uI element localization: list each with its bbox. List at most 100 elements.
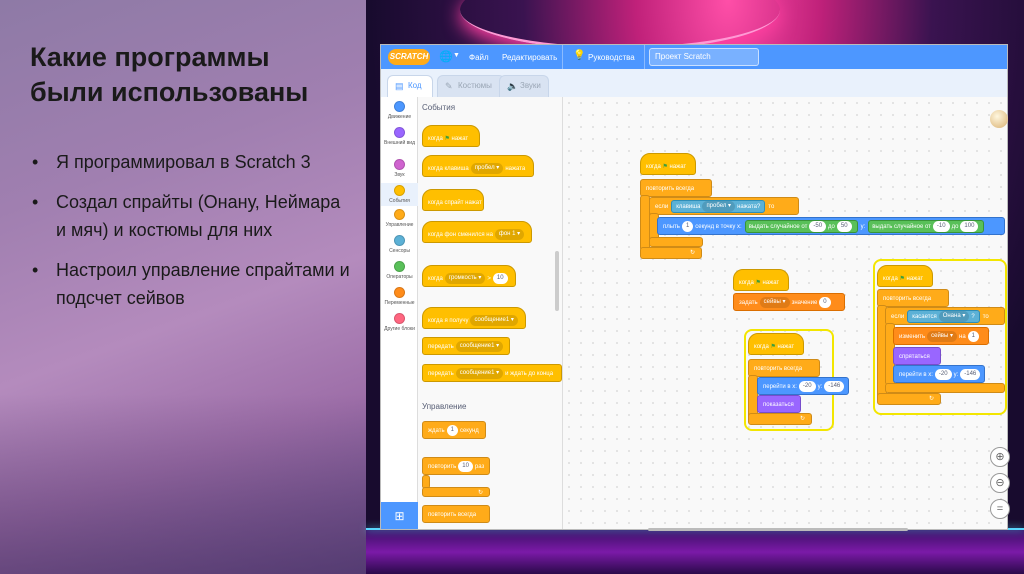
script1-glide-block[interactable]: плыть 1 секунд в точку x: выдать случайное … (657, 217, 1005, 235)
lightbulb-icon[interactable]: 💡 (573, 50, 585, 61)
dropdown-message[interactable]: сообщение1 ▾ (455, 367, 504, 379)
block-when-i-receive[interactable]: когда я получу сообщение1 ▾ (422, 307, 526, 329)
category-control[interactable]: Управление (381, 209, 418, 228)
script3-forever[interactable]: повторить всегда (748, 359, 820, 377)
operator-random[interactable]: выдать случайное от -10 до 100 (868, 219, 985, 233)
script1-forever[interactable]: повторить всегда (640, 179, 712, 197)
category-label: Движение (387, 114, 412, 120)
block-text: ждать (428, 428, 445, 434)
add-extension-button[interactable]: ⊞ (381, 502, 418, 529)
scripts-workspace[interactable]: когда ⚑ нажат повторить всегда если клави… (563, 97, 1007, 529)
number-input[interactable]: 1 (681, 220, 694, 232)
category-my-blocks[interactable]: Другие блоки (381, 313, 418, 332)
script2-hat-when-flag[interactable]: когда ⚑ нажат (733, 269, 789, 291)
category-operators[interactable]: Операторы (381, 261, 418, 280)
block-when-key-pressed[interactable]: когда клавиша пробел ▾ нажата (422, 155, 534, 177)
block-when-loudness[interactable]: когда громкость ▾ >10 (422, 265, 516, 287)
number-input[interactable]: 1 (446, 424, 458, 436)
script3-goto-block[interactable]: перейти в x: -20 y: -146 (757, 377, 849, 395)
category-label: События (389, 198, 410, 204)
number-input[interactable]: -10 (932, 220, 950, 232)
number-input[interactable]: 50 (836, 220, 852, 232)
globe-icon[interactable]: 🌐 (439, 50, 453, 64)
value-input[interactable]: 0 (819, 296, 831, 308)
script4-hide-block[interactable]: спрятаться (893, 347, 941, 365)
menu-file[interactable]: Файл (469, 53, 489, 62)
script4-if-block[interactable]: если касается Онана ▾? то (885, 307, 1005, 325)
category-looks[interactable]: Внешний вид (381, 127, 418, 146)
category-dot (394, 209, 405, 220)
script3-show-block[interactable]: показаться (757, 395, 801, 413)
dropdown-target[interactable]: Онана ▾ (938, 310, 970, 322)
tab-code[interactable]: ▤ Код (387, 75, 433, 97)
block-text: повторить (428, 464, 457, 470)
number-input[interactable]: 10 (458, 460, 473, 472)
category-variables[interactable]: Переменные (381, 287, 418, 306)
block-text: перейти в x: (899, 372, 933, 378)
dropdown-backdrop[interactable]: фон 1 ▾ (494, 228, 525, 240)
number-input[interactable]: -50 (809, 220, 827, 232)
category-events[interactable]: События (381, 183, 418, 206)
chevron-down-icon[interactable]: ▼ (453, 52, 460, 59)
project-title-input[interactable]: Проект Scratch (649, 48, 759, 66)
block-text: если (891, 314, 905, 320)
script4-forever[interactable]: повторить всегда (877, 289, 949, 307)
script4-goto-block[interactable]: перейти в x: -20 y: -146 (893, 365, 985, 383)
dropdown-key[interactable]: пробел ▾ (702, 200, 736, 212)
dropdown-variable[interactable]: сейвы ▾ (759, 296, 790, 308)
scratch-editor-window: SCRATCH 🌐 ▼ Файл Редактировать 💡 Руковод… (380, 44, 1008, 530)
block-text: когда фон сменился на (428, 232, 493, 238)
block-repeat[interactable]: повторить 10 раз (422, 457, 490, 475)
dropdown-sensor[interactable]: громкость ▾ (444, 272, 486, 284)
zoom-out-icon[interactable]: ⊖ (990, 473, 1010, 493)
dropdown-label: сейвы (931, 332, 949, 339)
script3-hat-when-flag[interactable]: когда ⚑ нажат (748, 333, 804, 355)
category-motion[interactable]: Движение (381, 101, 418, 120)
number-input[interactable]: 1 (967, 330, 979, 342)
menu-tutorials[interactable]: Руководства (588, 53, 635, 62)
script1-if-block[interactable]: если клавиша пробел ▾ нажата? то (649, 197, 799, 215)
menu-bar: SCRATCH 🌐 ▼ Файл Редактировать 💡 Руковод… (381, 45, 1007, 69)
block-broadcast[interactable]: передать сообщение1 ▾ (422, 337, 510, 355)
block-text: изменить (899, 334, 926, 340)
scratch-logo[interactable]: SCRATCH (388, 49, 430, 65)
script4-change-variable[interactable]: изменить сейвы ▾ на 1 (893, 327, 989, 345)
block-forever[interactable]: повторить всегда (422, 505, 490, 523)
number-input[interactable]: -20 (934, 368, 952, 380)
zoom-in-icon[interactable]: ⊕ (990, 447, 1010, 467)
palette-scrollbar[interactable] (555, 251, 559, 311)
script1-hat-when-flag[interactable]: когда ⚑ нажат (640, 153, 696, 175)
number-input[interactable]: 100 (960, 220, 979, 232)
block-when-sprite-clicked[interactable]: когда спрайт нажат (422, 189, 484, 211)
operator-random[interactable]: выдать случайное от -50 до 50 (744, 219, 858, 233)
green-flag-icon: ⚑ (899, 276, 905, 282)
block-wait[interactable]: ждать 1 секунд (422, 421, 486, 439)
block-when-flag-clicked[interactable]: когда ⚑ нажат (422, 125, 480, 147)
menu-edit[interactable]: Редактировать (502, 53, 557, 62)
block-broadcast-and-wait[interactable]: передать сообщение1 ▾ и ждать до конца (422, 364, 562, 382)
block-text: нажата (505, 166, 526, 172)
number-input[interactable]: -20 (798, 380, 816, 392)
category-sensing[interactable]: Сенсоры (381, 235, 418, 254)
block-text: касается (912, 314, 937, 320)
script2-set-variable[interactable]: задать сейвы ▾ значение 0 (733, 293, 845, 311)
sprite-ball-thumbnail[interactable] (990, 110, 1008, 128)
dropdown-message[interactable]: сообщение1 ▾ (470, 314, 518, 326)
dropdown-key[interactable]: пробел ▾ (470, 162, 504, 174)
dropdown-variable[interactable]: сейвы ▾ (927, 330, 957, 342)
sensing-touching[interactable]: касается Онана ▾? (907, 309, 980, 323)
number-input[interactable]: -146 (824, 380, 845, 392)
category-sound[interactable]: Звук (381, 159, 418, 178)
sensing-key-pressed[interactable]: клавиша пробел ▾ нажата? (671, 199, 766, 213)
tab-costumes[interactable]: ✎ Костюмы (437, 75, 505, 97)
block-text: секунд в точку x: (695, 224, 742, 230)
number-input[interactable]: -146 (960, 368, 981, 380)
number-input[interactable]: 10 (492, 272, 508, 284)
block-when-backdrop-switches[interactable]: когда фон сменился на фон 1 ▾ (422, 221, 532, 243)
dropdown-message[interactable]: сообщение1 ▾ (455, 340, 504, 352)
tab-sounds[interactable]: 🔈 Звуки (499, 75, 549, 97)
workspace-horizontal-scrollbar[interactable] (648, 528, 908, 531)
zoom-reset-icon[interactable]: = (990, 499, 1010, 519)
speaker-icon: 🔈 (507, 81, 519, 91)
script4-hat-when-flag[interactable]: когда ⚑ нажат (877, 265, 933, 287)
